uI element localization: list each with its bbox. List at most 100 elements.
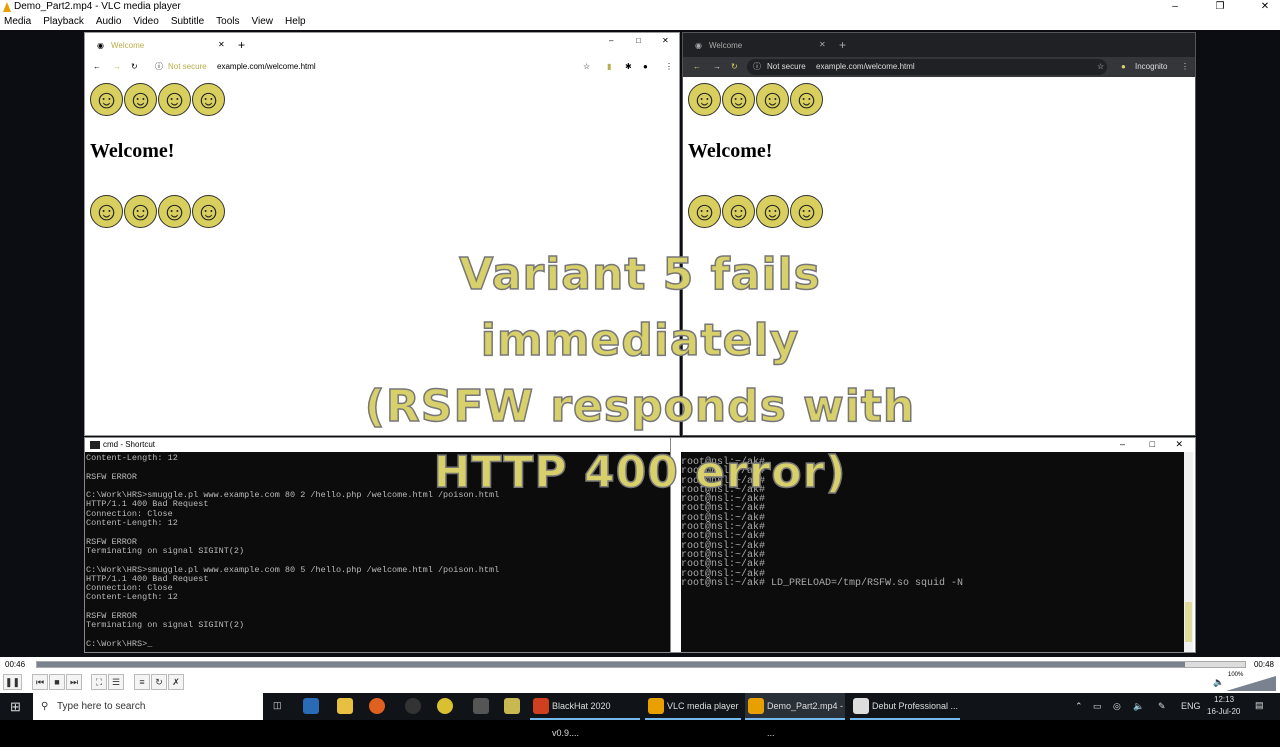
firefox-icon[interactable] bbox=[369, 698, 385, 714]
tab-welcome[interactable]: Welcome bbox=[709, 41, 742, 50]
smiley-icon: ☺ bbox=[790, 83, 823, 116]
url-text[interactable]: example.com/welcome.html bbox=[816, 57, 915, 77]
terminal-line: root@nsl:~/ak# bbox=[681, 540, 766, 552]
menu-video[interactable]: Video bbox=[133, 14, 158, 30]
back-icon[interactable]: ← bbox=[93, 57, 101, 77]
search-placeholder: Type here to search bbox=[57, 701, 146, 712]
globe-icon: ◉ bbox=[97, 41, 104, 50]
clock-time[interactable]: 12:13 bbox=[1214, 695, 1234, 704]
cmd-title: cmd - Shortcut bbox=[103, 440, 156, 449]
playback-controls: ❚❚ ⏮ ■ ⏭ ⛶ ☰ ≡ ↻ ✗ 🔈 100% bbox=[0, 672, 1280, 693]
loop-button[interactable]: ↻ bbox=[151, 674, 167, 690]
menu-help[interactable]: Help bbox=[285, 14, 306, 30]
stop-button[interactable]: ■ bbox=[49, 674, 65, 690]
forward-icon[interactable]: → bbox=[113, 57, 121, 77]
volume-slider[interactable] bbox=[1226, 676, 1276, 691]
address-bar[interactable]: example.com/welcome.html bbox=[217, 57, 316, 77]
star-icon[interactable]: ☆ bbox=[1097, 57, 1104, 77]
minimize-button[interactable]: – bbox=[1160, 0, 1190, 14]
new-tab-button[interactable]: + bbox=[839, 38, 846, 52]
playlist-button[interactable]: ≡ bbox=[134, 674, 150, 690]
menu-icon[interactable]: ⋮ bbox=[665, 57, 673, 77]
menu-subtitle[interactable]: Subtitle bbox=[171, 14, 204, 30]
speaker-icon[interactable]: 🔈 bbox=[1213, 677, 1224, 688]
reload-icon[interactable]: ↻ bbox=[731, 57, 738, 77]
pause-button[interactable]: ❚❚ bbox=[3, 674, 22, 690]
app-icon[interactable] bbox=[405, 698, 421, 714]
terminal-line: root@nsl:~/ak# bbox=[681, 512, 766, 524]
profile-icon[interactable]: ● bbox=[643, 57, 648, 77]
edge-icon[interactable] bbox=[303, 698, 319, 714]
scrollbar-thumb[interactable] bbox=[1185, 602, 1192, 642]
minimize-icon[interactable]: – bbox=[609, 36, 613, 45]
back-icon[interactable]: ← bbox=[693, 57, 701, 77]
close-button[interactable]: ✕ bbox=[1250, 0, 1280, 14]
smiley-icon: ☺ bbox=[192, 83, 225, 116]
taskbar-app-vlc[interactable]: VLC media player bbox=[645, 693, 741, 720]
seek-bar[interactable] bbox=[36, 661, 1246, 668]
globe-icon: ◉ bbox=[695, 41, 702, 50]
new-tab-button[interactable]: + bbox=[238, 38, 245, 52]
minimize-icon[interactable]: – bbox=[1120, 439, 1125, 449]
smiley-icon: ☺ bbox=[756, 195, 789, 228]
seek-row: 00:46 00:48 bbox=[0, 657, 1280, 672]
welcome-heading: Welcome! bbox=[90, 140, 175, 162]
chrome-icon[interactable] bbox=[437, 698, 453, 714]
extension-icon[interactable]: ▮ bbox=[607, 57, 611, 77]
notepad-icon[interactable] bbox=[504, 698, 520, 714]
maximize-icon[interactable]: □ bbox=[636, 36, 641, 45]
reload-icon[interactable]: ↻ bbox=[131, 57, 138, 77]
tab-welcome[interactable]: Welcome bbox=[111, 41, 144, 50]
notifications-icon[interactable]: ▤ bbox=[1255, 700, 1264, 711]
next-button[interactable]: ⏭ bbox=[66, 674, 82, 690]
debut-icon bbox=[853, 698, 869, 714]
caption-overlay: Variant 5 fails immediately (RSFW respon… bbox=[300, 242, 980, 506]
taskbar-app-debut[interactable]: Debut Professional ... bbox=[850, 693, 960, 720]
taskbar-app-demo[interactable]: Demo_Part2.mp4 - ... bbox=[745, 693, 845, 738]
extended-settings-button[interactable]: ☰ bbox=[108, 674, 124, 690]
smiley-icon: ☺ bbox=[158, 83, 191, 116]
terminal-line: root@nsl:~/ak# bbox=[681, 568, 766, 580]
close-icon[interactable]: ✕ bbox=[662, 36, 669, 45]
volume-icon[interactable]: 🔈 bbox=[1133, 701, 1144, 712]
close-icon[interactable]: ✕ bbox=[1175, 439, 1183, 450]
calculator-icon[interactable] bbox=[473, 698, 489, 714]
smiley-icon: ☺ bbox=[124, 195, 157, 228]
tab-close-icon[interactable]: ✕ bbox=[218, 40, 225, 49]
puzzle-icon[interactable]: ✱ bbox=[625, 57, 632, 77]
app-label: VLC media player bbox=[667, 701, 739, 711]
task-view-icon[interactable]: ◫ bbox=[273, 700, 282, 711]
search-icon: ⚲ bbox=[41, 701, 49, 712]
search-box[interactable]: ⚲ Type here to search bbox=[33, 693, 263, 720]
menu-tools[interactable]: Tools bbox=[216, 14, 239, 30]
menu-view[interactable]: View bbox=[252, 14, 274, 30]
menu-audio[interactable]: Audio bbox=[96, 14, 122, 30]
previous-button[interactable]: ⏮ bbox=[32, 674, 48, 690]
terminal-scrollbar[interactable] bbox=[1184, 452, 1193, 652]
caption-line: HTTP 400 error) bbox=[433, 446, 847, 499]
incognito-label[interactable]: Incognito bbox=[1135, 57, 1167, 77]
menu-playback[interactable]: Playback bbox=[43, 14, 84, 30]
menu-icon[interactable]: ⋮ bbox=[1181, 57, 1189, 77]
vlc-cone-icon bbox=[3, 2, 11, 12]
fullscreen-button[interactable]: ⛶ bbox=[91, 674, 107, 690]
time-total: 00:48 bbox=[1253, 660, 1274, 669]
battery-icon[interactable]: ▭ bbox=[1093, 701, 1102, 712]
chevron-up-icon[interactable]: ⌃ bbox=[1075, 701, 1083, 712]
pen-icon[interactable]: ✎ bbox=[1158, 701, 1166, 712]
maximize-button[interactable]: ❐ bbox=[1205, 0, 1235, 14]
star-icon[interactable]: ☆ bbox=[583, 57, 590, 77]
forward-icon[interactable]: → bbox=[713, 57, 721, 77]
video-area[interactable]: ◉ Welcome ✕ + – □ ✕ ← → ↻ ⓘ Not secure e… bbox=[0, 30, 1280, 657]
network-icon[interactable]: ◎ bbox=[1113, 701, 1121, 712]
windows-start-icon[interactable]: ⊞ bbox=[10, 699, 21, 715]
smiley-icon: ☺ bbox=[688, 195, 721, 228]
shuffle-button[interactable]: ✗ bbox=[168, 674, 184, 690]
file-explorer-icon[interactable] bbox=[337, 698, 353, 714]
language-indicator[interactable]: ENG bbox=[1181, 701, 1201, 711]
tab-close-icon[interactable]: ✕ bbox=[819, 40, 826, 49]
clock-date[interactable]: 16-Jul-20 bbox=[1207, 707, 1240, 716]
menu-media[interactable]: Media bbox=[4, 14, 31, 30]
taskbar-app-blackhat[interactable]: BlackHat 2020 v0.9.... bbox=[530, 693, 640, 738]
maximize-icon[interactable]: □ bbox=[1150, 439, 1155, 449]
